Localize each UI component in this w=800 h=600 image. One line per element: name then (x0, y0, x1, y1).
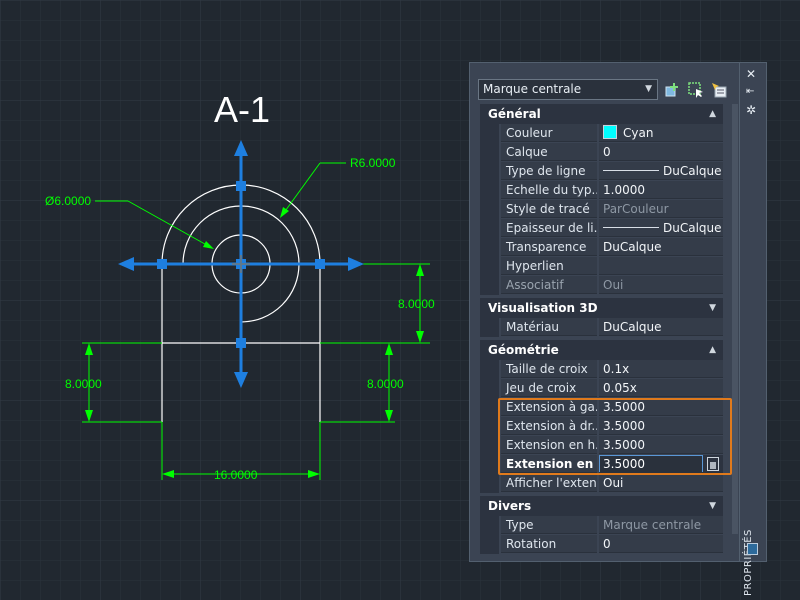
prop-row[interactable]: Afficher l'exten... Oui (480, 474, 723, 493)
prop-value[interactable]: DuCalque (599, 318, 723, 336)
quick-select-icon[interactable] (710, 81, 728, 99)
right-height-label: 8.0000 (398, 297, 435, 311)
prop-value[interactable]: 0.1x (599, 360, 723, 378)
prop-value[interactable] (599, 257, 723, 275)
prop-value[interactable]: 0.05x (599, 379, 723, 397)
prop-value[interactable]: Cyan (599, 124, 723, 142)
prop-name: Transparence (501, 238, 597, 256)
prop-row[interactable]: Epaisseur de li... DuCalque (480, 219, 723, 238)
prop-name: Type (501, 516, 597, 534)
left-height-label: 8.0000 (65, 377, 102, 391)
prop-value[interactable]: DuCalque (599, 238, 723, 256)
prop-row[interactable]: Type Marque centrale (480, 516, 723, 535)
prop-value[interactable]: 1.0000 (599, 181, 723, 199)
prop-name: Hyperlien (501, 257, 597, 275)
close-icon[interactable]: ✕ (746, 68, 756, 80)
grip-left (157, 259, 167, 269)
section-visual3d-label: Visualisation 3D (488, 301, 598, 315)
lineweight-sample (603, 227, 659, 228)
section-visual3d[interactable]: Visualisation 3D ▼ (480, 298, 723, 318)
prop-value[interactable]: Oui (599, 474, 723, 492)
prop-name: Rotation (501, 535, 597, 553)
autohide-icon[interactable]: ⇤ (746, 86, 754, 98)
prop-row[interactable]: Echelle du typ... 1.0000 (480, 181, 723, 200)
section-misc-label: Divers (488, 499, 532, 513)
prop-name: Matériau (501, 318, 597, 336)
prop-row[interactable]: Hyperlien (480, 257, 723, 276)
prop-row[interactable]: Taille de croix 0.1x (480, 360, 723, 379)
prop-name: Couleur (501, 124, 597, 142)
color-swatch (603, 125, 617, 139)
prop-name: Echelle du typ... (501, 181, 597, 199)
object-type-value: Marque centrale (483, 82, 582, 96)
grip-bottom (236, 338, 246, 348)
prop-row[interactable]: Jeu de croix 0.05x (480, 379, 723, 398)
center-height-label: 8.0000 (367, 377, 404, 391)
prop-value: Marque centrale (599, 516, 723, 534)
prop-name: Epaisseur de li... (501, 219, 597, 237)
section-misc[interactable]: Divers ▼ (480, 496, 723, 516)
drawing-title: A-1 (214, 89, 270, 130)
chevron-down-icon: ▼ (645, 84, 652, 94)
prop-row[interactable]: Couleur Cyan (480, 124, 723, 143)
section-geometry[interactable]: Géométrie ▲ (480, 340, 723, 360)
section-general[interactable]: Général ▲ (480, 104, 723, 124)
select-objects-icon[interactable] (687, 81, 705, 99)
section-general-label: Général (488, 107, 541, 121)
prop-row[interactable]: Transparence DuCalque (480, 238, 723, 257)
grip-top (236, 181, 246, 191)
prop-name: Type de ligne (501, 162, 597, 180)
palette-side-strip[interactable]: ✕ ⇤ ✲ PROPRIÉTÉS (740, 62, 767, 596)
chevron-up-icon[interactable]: ▼ (709, 298, 716, 318)
prop-row[interactable]: Style de tracé ParCouleur (480, 200, 723, 219)
toggle-pickadd-icon[interactable] (664, 81, 682, 99)
section-geometry-label: Géométrie (488, 343, 559, 357)
prop-row[interactable]: Type de ligne DuCalque (480, 162, 723, 181)
prop-row[interactable]: Matériau DuCalque (480, 318, 723, 337)
object-type-select[interactable]: Marque centrale ▼ (478, 79, 658, 100)
scrollbar-thumb[interactable] (732, 104, 738, 534)
linetype-sample (603, 170, 659, 171)
palette-icon[interactable] (747, 543, 758, 555)
palette-scrollbar[interactable] (732, 104, 738, 534)
palette-title: PROPRIÉTÉS (743, 529, 754, 597)
prop-row[interactable]: Associatif Oui (480, 276, 723, 295)
prop-name: Jeu de croix (501, 379, 597, 397)
prop-name: Associatif (501, 276, 597, 294)
prop-name: Afficher l'exten... (501, 474, 597, 492)
prop-row[interactable]: Rotation 0 (480, 535, 723, 554)
extension-rows-highlight (498, 398, 732, 475)
chevron-up-icon[interactable]: ▼ (709, 496, 716, 516)
prop-value: Oui (599, 276, 723, 294)
prop-value[interactable]: DuCalque (599, 162, 723, 180)
grip-right (315, 259, 325, 269)
diameter-label: Ø6.0000 (45, 194, 91, 208)
prop-name: Style de tracé (501, 200, 597, 218)
width-label: 16.0000 (214, 468, 258, 482)
radius-label: R6.0000 (350, 156, 396, 170)
prop-name: Taille de croix (501, 360, 597, 378)
chevron-up-icon[interactable]: ▲ (709, 340, 716, 360)
prop-value[interactable]: DuCalque (599, 219, 723, 237)
prop-row[interactable]: Calque 0 (480, 143, 723, 162)
gear-icon[interactable]: ✲ (746, 104, 756, 116)
prop-name: Calque (501, 143, 597, 161)
prop-value[interactable]: 0 (599, 535, 723, 553)
chevron-up-icon[interactable]: ▲ (709, 104, 716, 124)
prop-value: ParCouleur (599, 200, 723, 218)
prop-value[interactable]: 0 (599, 143, 723, 161)
